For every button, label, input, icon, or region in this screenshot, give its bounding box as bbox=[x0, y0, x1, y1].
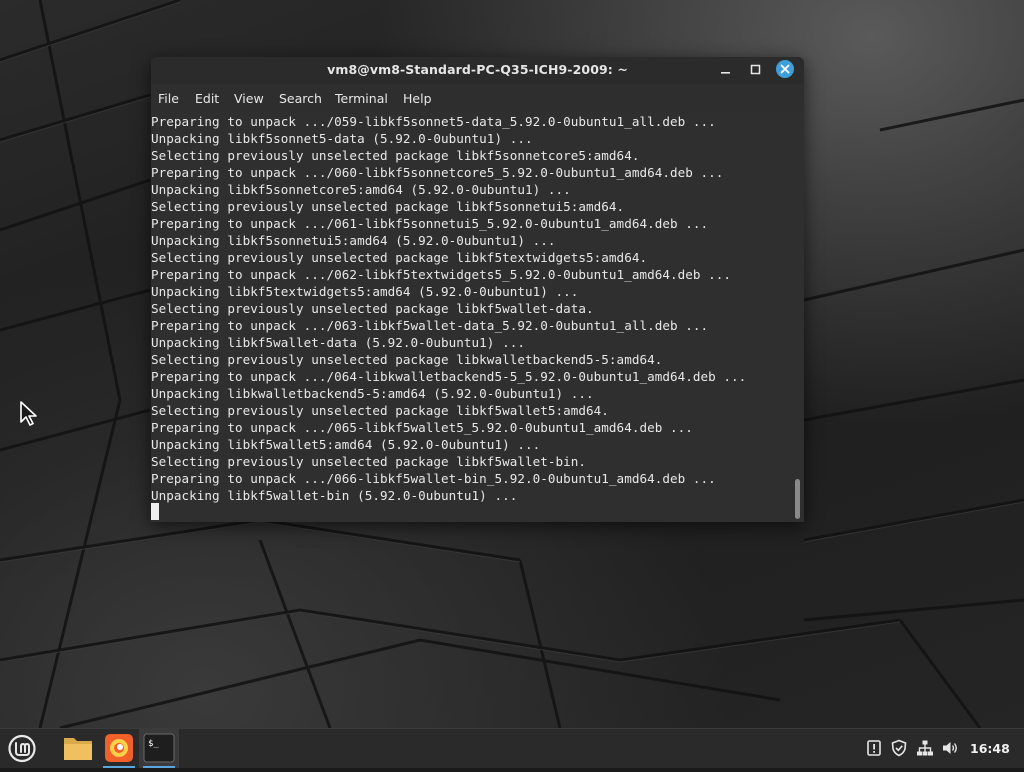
terminal-line: Preparing to unpack .../062-libkf5textwi… bbox=[151, 267, 732, 282]
menu-edit[interactable]: Edit bbox=[195, 91, 219, 106]
terminal-icon: $_ bbox=[143, 733, 175, 763]
maximize-icon[interactable] bbox=[747, 61, 765, 79]
terminal-line: Selecting previously unselected package … bbox=[151, 199, 625, 214]
terminal-output[interactable]: Preparing to unpack .../059-libkf5sonnet… bbox=[151, 112, 804, 522]
terminal-window[interactable]: vm8@vm8-Standard-PC-Q35-ICH9-2009: ~ Fil… bbox=[151, 57, 804, 522]
start-menu-button[interactable] bbox=[2, 729, 42, 768]
shield-icon[interactable] bbox=[890, 739, 908, 757]
terminal-launcher[interactable]: $_ bbox=[139, 729, 179, 768]
terminal-lines: Preparing to unpack .../059-libkf5sonnet… bbox=[151, 113, 746, 504]
text-cursor bbox=[151, 503, 159, 520]
menu-bar: File Edit View Search Terminal Help bbox=[151, 85, 804, 111]
terminal-line: Selecting previously unselected package … bbox=[151, 250, 648, 265]
scrollbar-thumb[interactable] bbox=[795, 479, 800, 519]
terminal-line: Preparing to unpack .../060-libkf5sonnet… bbox=[151, 165, 724, 180]
window-title: vm8@vm8-Standard-PC-Q35-ICH9-2009: ~ bbox=[327, 62, 628, 77]
terminal-line: Selecting previously unselected package … bbox=[151, 454, 587, 469]
terminal-line: Selecting previously unselected package … bbox=[151, 352, 663, 367]
terminal-line: Unpacking libkf5wallet-data (5.92.0-0ubu… bbox=[151, 335, 525, 350]
firefox-icon bbox=[105, 734, 133, 762]
terminal-line: Unpacking libkf5sonnetui5:amd64 (5.92.0-… bbox=[151, 233, 556, 248]
terminal-line: Preparing to unpack .../059-libkf5sonnet… bbox=[151, 114, 716, 129]
menu-view[interactable]: View bbox=[234, 91, 264, 106]
network-icon[interactable] bbox=[916, 739, 934, 757]
terminal-line: Preparing to unpack .../065-libkf5wallet… bbox=[151, 420, 693, 435]
update-manager-icon[interactable] bbox=[865, 739, 883, 757]
firefox-launcher[interactable] bbox=[99, 729, 139, 768]
svg-text:$_: $_ bbox=[148, 739, 159, 749]
clock[interactable]: 16:48 bbox=[970, 741, 1010, 756]
menu-terminal[interactable]: Terminal bbox=[335, 91, 388, 106]
terminal-line: Unpacking libkf5sonnet5-data (5.92.0-0ub… bbox=[151, 131, 533, 146]
terminal-line: Selecting previously unselected package … bbox=[151, 301, 594, 316]
menu-help[interactable]: Help bbox=[403, 91, 432, 106]
terminal-line: Unpacking libkf5textwidgets5:amd64 (5.92… bbox=[151, 284, 579, 299]
terminal-line: Preparing to unpack .../064-libkwalletba… bbox=[151, 369, 747, 384]
taskbar: $_ 16:48 bbox=[0, 728, 1024, 768]
file-manager-launcher[interactable] bbox=[58, 729, 98, 768]
minimize-icon[interactable] bbox=[717, 61, 735, 79]
menu-search[interactable]: Search bbox=[279, 91, 322, 106]
menu-file[interactable]: File bbox=[158, 91, 179, 106]
volume-icon[interactable] bbox=[941, 739, 959, 757]
terminal-line: Preparing to unpack .../063-libkf5wallet… bbox=[151, 318, 709, 333]
terminal-line: Selecting previously unselected package … bbox=[151, 403, 609, 418]
linux-mint-logo-icon bbox=[8, 734, 36, 763]
window-titlebar[interactable]: vm8@vm8-Standard-PC-Q35-ICH9-2009: ~ bbox=[151, 57, 804, 84]
terminal-line: Selecting previously unselected package … bbox=[151, 148, 640, 163]
terminal-line: Unpacking libkf5wallet5:amd64 (5.92.0-0u… bbox=[151, 437, 541, 452]
terminal-line: Unpacking libkf5wallet-bin (5.92.0-0ubun… bbox=[151, 488, 518, 503]
file-manager-icon bbox=[64, 738, 92, 760]
terminal-line: Preparing to unpack .../061-libkf5sonnet… bbox=[151, 216, 709, 231]
terminal-line: Preparing to unpack .../066-libkf5wallet… bbox=[151, 471, 716, 486]
close-icon[interactable] bbox=[776, 60, 794, 78]
mouse-pointer-icon bbox=[20, 401, 37, 426]
terminal-line: Unpacking libkwalletbackend5-5:amd64 (5.… bbox=[151, 386, 594, 401]
terminal-line: Unpacking libkf5sonnetcore5:amd64 (5.92.… bbox=[151, 182, 571, 197]
